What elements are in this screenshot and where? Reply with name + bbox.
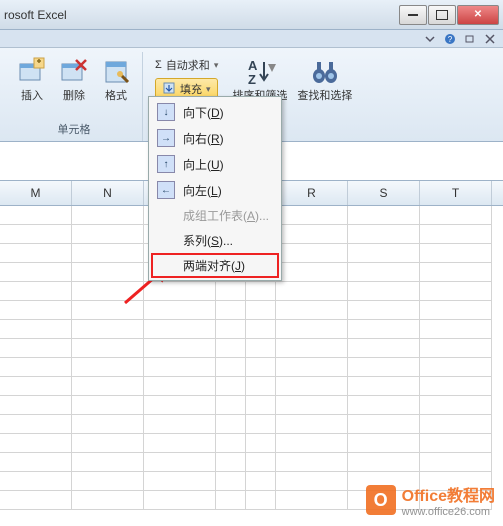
fill-up-text: 向上(U) xyxy=(183,156,224,173)
table-row xyxy=(0,320,503,339)
dropdown-arrow-icon: ▾ xyxy=(206,84,211,95)
fill-left-text: 向左(L) xyxy=(183,182,222,199)
cells-group-label: 单元格 xyxy=(58,119,91,139)
insert-button[interactable]: 插入 xyxy=(14,54,50,119)
fill-across-sheets-item: 成组工作表(A)... xyxy=(151,203,279,228)
insert-label: 插入 xyxy=(21,90,43,102)
find-select-button[interactable]: 查找和选择 xyxy=(295,54,354,122)
fill-right-text: 向右(R) xyxy=(183,130,224,147)
arrow-left-icon: ← xyxy=(157,181,175,199)
findselect-label: 查找和选择 xyxy=(297,90,352,102)
fill-dropdown-menu: ↓ 向下(D) → 向右(R) ↑ 向上(U) ← 向左(L) 成组工作表(A)… xyxy=(148,96,282,281)
fill-right-item[interactable]: → 向右(R) xyxy=(151,125,279,151)
table-row xyxy=(0,377,503,396)
table-row xyxy=(0,358,503,377)
fill-label: 填充 xyxy=(180,81,202,97)
table-row xyxy=(0,282,503,301)
watermark-url: www.office26.com xyxy=(402,506,495,518)
col-header[interactable]: S xyxy=(348,181,420,205)
col-header[interactable]: T xyxy=(420,181,492,205)
arrow-right-icon: → xyxy=(157,129,175,147)
fill-justify-text: 两端对齐(J) xyxy=(183,257,245,274)
svg-text:A: A xyxy=(248,58,258,73)
format-label: 格式 xyxy=(105,90,127,102)
delete-label: 删除 xyxy=(63,90,85,102)
delete-button[interactable]: 删除 xyxy=(56,54,92,119)
autosum-button[interactable]: Σ 自动求和 ▾ xyxy=(155,54,218,76)
format-cells-icon xyxy=(100,56,132,88)
binoculars-icon xyxy=(309,56,341,88)
table-row xyxy=(0,415,503,434)
titlebar: rosoft Excel xyxy=(0,0,503,30)
fill-left-item[interactable]: ← 向左(L) xyxy=(151,177,279,203)
table-row xyxy=(0,434,503,453)
svg-text:?: ? xyxy=(448,35,453,44)
fill-series-item[interactable]: 系列(S)... xyxy=(151,228,279,253)
window-close-icon[interactable] xyxy=(483,32,497,46)
quick-access-strip: ? xyxy=(0,30,503,48)
close-button[interactable] xyxy=(457,5,499,25)
format-button[interactable]: 格式 xyxy=(98,54,134,119)
ribbon-minimize-icon[interactable] xyxy=(423,32,437,46)
help-icon[interactable]: ? xyxy=(443,32,457,46)
table-row xyxy=(0,396,503,415)
col-header[interactable]: M xyxy=(0,181,72,205)
svg-text:Z: Z xyxy=(248,72,256,87)
fill-down-item[interactable]: ↓ 向下(D) xyxy=(151,99,279,125)
sort-filter-icon: AZ xyxy=(244,56,276,88)
dropdown-arrow-icon: ▾ xyxy=(214,60,219,71)
fill-series-text: 系列(S)... xyxy=(183,232,233,249)
arrow-up-icon: ↑ xyxy=(157,155,175,173)
office-logo-icon: O xyxy=(366,485,396,515)
fill-across-text: 成组工作表(A)... xyxy=(183,207,269,224)
fill-down-text: 向下(D) xyxy=(183,104,224,121)
sigma-icon: Σ xyxy=(155,59,162,71)
delete-cells-icon xyxy=(58,56,90,88)
col-header[interactable]: R xyxy=(276,181,348,205)
fill-justify-item[interactable]: 两端对齐(J) xyxy=(151,253,279,278)
watermark-title: Office教程网 xyxy=(402,482,495,506)
col-header[interactable]: N xyxy=(72,181,144,205)
cells-group: 插入 删除 格式 单元格 xyxy=(6,52,143,141)
app-title: rosoft Excel xyxy=(4,8,398,22)
minimize-button[interactable] xyxy=(399,5,427,25)
window-controls xyxy=(398,5,499,25)
fill-down-icon xyxy=(162,81,176,98)
autosum-label: 自动求和 xyxy=(166,57,210,73)
fill-up-item[interactable]: ↑ 向上(U) xyxy=(151,151,279,177)
window-restore-icon[interactable] xyxy=(463,32,477,46)
table-row xyxy=(0,339,503,358)
table-row xyxy=(0,453,503,472)
insert-cells-icon xyxy=(16,56,48,88)
watermark: O Office教程网 www.office26.com xyxy=(366,482,495,518)
arrow-down-icon: ↓ xyxy=(157,103,175,121)
table-row xyxy=(0,301,503,320)
maximize-button[interactable] xyxy=(428,5,456,25)
